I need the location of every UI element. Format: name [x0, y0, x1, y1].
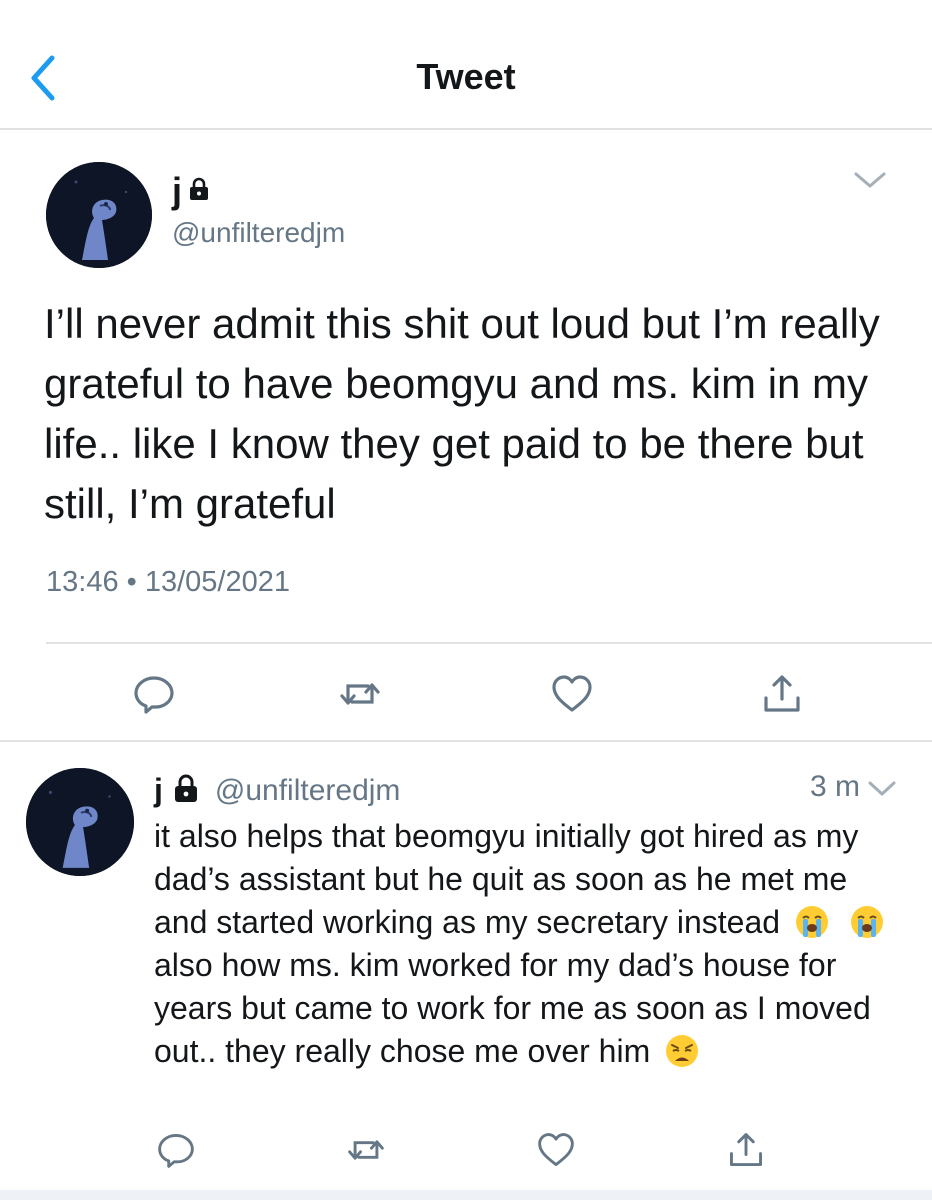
tweet-text: I’ll never admit this shit out loud but …	[44, 300, 880, 527]
meta-divider	[46, 642, 932, 644]
top-bar: Tweet	[0, 0, 932, 128]
author-name-row: j	[172, 170, 210, 212]
reply-author-handle[interactable]: @unfilteredjm	[215, 774, 401, 808]
reply-text: it also helps that beomgyu initially got…	[154, 815, 894, 1073]
reply-more-options-button[interactable]	[866, 778, 898, 800]
reply-text-part2: also how ms. kim worked for my dad’s hou…	[154, 947, 871, 1069]
tweet-divider	[0, 740, 932, 742]
lock-icon	[171, 773, 201, 808]
reply-like-button[interactable]	[536, 1130, 576, 1170]
loudly-crying-face-emoji	[795, 905, 829, 939]
heart-icon	[538, 1133, 574, 1166]
reply-avatar[interactable]	[26, 768, 134, 876]
reply-text-part1: it also helps that beomgyu initially got…	[154, 818, 859, 940]
weary-face-emoji	[665, 1034, 699, 1068]
more-options-button[interactable]	[852, 168, 888, 192]
reply-icon	[158, 1134, 194, 1168]
share-icon	[764, 675, 800, 712]
reply-icon	[134, 676, 174, 714]
chevron-down-icon	[854, 172, 886, 188]
tweet-timestamp: 13:46 • 13/05/2021	[46, 566, 290, 598]
reply-reply-button[interactable]	[156, 1130, 196, 1170]
lock-icon	[188, 177, 210, 206]
share-icon	[730, 1133, 762, 1166]
author-name: j	[172, 170, 183, 211]
loudly-crying-face-emoji	[850, 905, 884, 939]
heart-icon	[552, 675, 592, 712]
chevron-down-icon	[868, 781, 896, 796]
reply-author-name: j	[154, 772, 163, 808]
retweet-button[interactable]	[338, 672, 382, 716]
header-divider	[0, 128, 932, 130]
reply-time: 3 m	[809, 770, 860, 803]
share-button[interactable]	[760, 672, 804, 716]
reply-name-row: j @unfilteredjm	[154, 772, 400, 809]
reply-retweet-button[interactable]	[346, 1130, 386, 1170]
reply-share-button[interactable]	[726, 1130, 766, 1170]
retweet-icon	[348, 1140, 384, 1160]
bottom-band	[0, 1190, 932, 1200]
reply-button[interactable]	[132, 672, 176, 716]
avatar[interactable]	[46, 162, 152, 268]
author-handle[interactable]: @unfilteredjm	[172, 217, 345, 249]
retweet-icon	[340, 683, 380, 705]
like-button[interactable]	[550, 672, 594, 716]
page-title: Tweet	[416, 56, 516, 97]
